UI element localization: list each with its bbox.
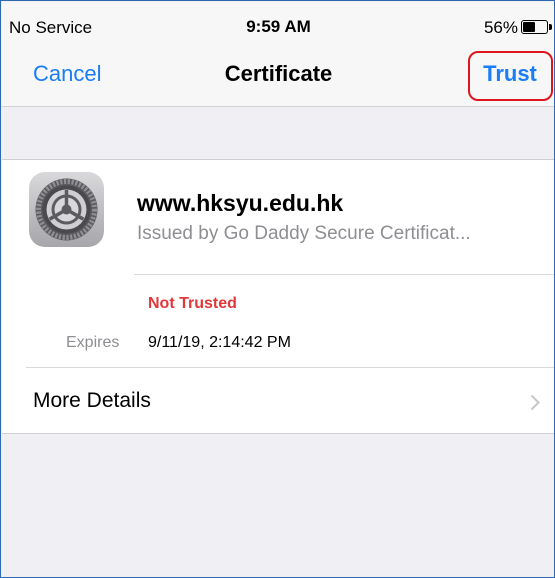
expires-value: 9/11/19, 2:14:42 PM bbox=[148, 334, 291, 351]
trust-button[interactable]: Trust bbox=[470, 61, 550, 87]
certificate-domain: www.hksyu.edu.hk bbox=[137, 190, 344, 216]
decorative-dot bbox=[527, 300, 530, 303]
divider bbox=[134, 274, 554, 275]
cancel-button[interactable]: Cancel bbox=[33, 61, 101, 87]
trust-status-label: Not Trusted bbox=[148, 295, 237, 312]
screenshot-frame: No Service 9:59 AM 56% Cancel Certificat… bbox=[0, 0, 555, 578]
more-details-label: More Details bbox=[33, 389, 151, 412]
navigation-bar: Cancel Certificate Trust bbox=[2, 42, 554, 107]
certificate-issuer: Issued by Go Daddy Secure Certificat... bbox=[137, 223, 471, 244]
battery-icon bbox=[521, 20, 548, 34]
battery-tip-icon bbox=[549, 24, 552, 30]
trust-button-highlight: Trust bbox=[468, 51, 553, 101]
battery-percent-label: 56% bbox=[483, 18, 518, 37]
more-details-row[interactable]: More Details bbox=[2, 368, 554, 434]
battery-level-fill bbox=[523, 22, 535, 32]
clock-label: 9:59 AM bbox=[246, 17, 311, 36]
status-bar: No Service 9:59 AM 56% bbox=[2, 2, 554, 42]
expires-label: Expires bbox=[66, 334, 120, 351]
certificate-card: www.hksyu.edu.hk Issued by Go Daddy Secu… bbox=[2, 159, 554, 434]
settings-gear-icon bbox=[29, 172, 104, 247]
chevron-right-icon bbox=[530, 394, 540, 411]
